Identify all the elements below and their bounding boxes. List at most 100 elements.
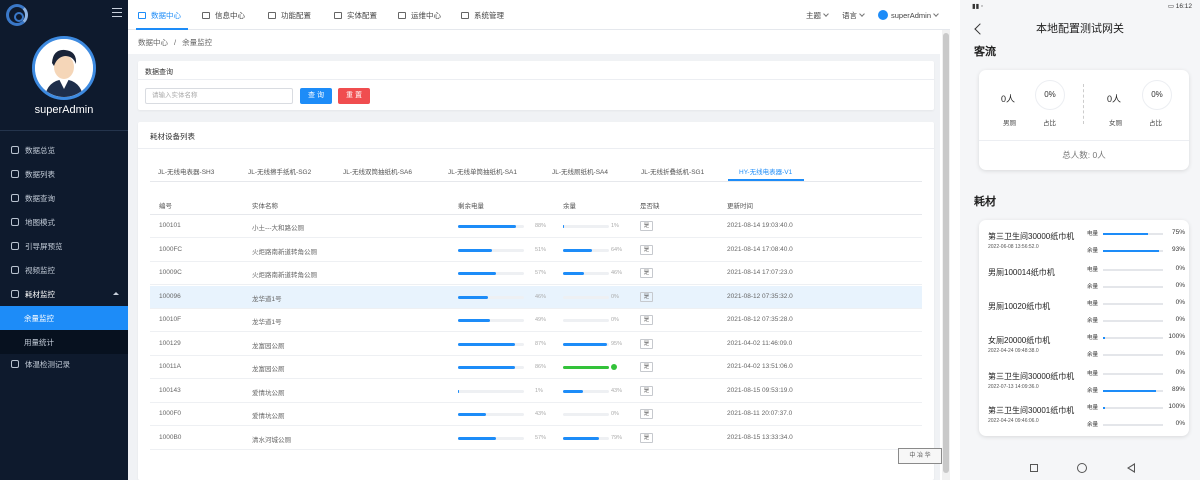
remain-fill: [1103, 250, 1159, 252]
battery-bar: [458, 272, 524, 275]
nav-item-overview[interactable]: 数据总览: [0, 138, 128, 162]
cell-name: 小土---大和路公厕: [252, 225, 304, 232]
table-row[interactable]: 1000B0 清水河城公厕 57% 79% 是 2021-08-15 13:33:34.0: [150, 427, 922, 450]
nav-item-usage[interactable]: 用量统计: [0, 330, 128, 354]
avatar[interactable]: [32, 36, 96, 100]
tab-ops-center[interactable]: 运维中心: [398, 0, 441, 30]
device-tab[interactable]: JL-无线折叠纸机-SG1: [641, 166, 704, 176]
scrollbar-thumb[interactable]: [943, 33, 949, 473]
cell-time: 2021-08-14 19:03:40.0: [727, 222, 793, 229]
device-tab[interactable]: JL-无线电表器-SH3: [158, 166, 214, 176]
device-tab[interactable]: JL-无线单筒抽纸机-SA1: [448, 166, 517, 176]
missing-tag: 是: [640, 362, 653, 372]
device-tab[interactable]: JL-无线双筒抽纸机-SA6: [343, 166, 412, 176]
device-tab[interactable]: JL-无线擦手纸机-SG2: [248, 166, 311, 176]
nav-item-video[interactable]: 视频监控: [0, 258, 128, 282]
device-tab-active[interactable]: HY-无线电表器-V1: [739, 166, 792, 176]
entity-search-input[interactable]: 请输入实体名称: [145, 88, 293, 104]
list-title: 耗材设备列表: [150, 132, 195, 141]
battery-fill: [458, 342, 516, 346]
missing-tag: 是: [640, 385, 653, 396]
battery-bar: [1103, 269, 1163, 271]
table-row[interactable]: 1000F0 爱情坑公厕 43% 0% 是 2021-08-11 20:07:37.0: [150, 403, 922, 426]
language-dropdown[interactable]: 语言: [842, 0, 865, 30]
nav-item-data-query[interactable]: 数据查询: [0, 186, 128, 210]
remain-bar: [1103, 424, 1163, 426]
remain-bar: [563, 366, 609, 369]
table-row[interactable]: 100101 小土---大和路公厕 88% 1% 是 2021-08-14 19:03:4…: [150, 215, 922, 238]
remain-percent: 0%: [1175, 420, 1185, 427]
column-header: 实体名称: [252, 203, 278, 210]
supply-date: 2022-04-24 09:48:38.0: [988, 348, 1039, 354]
user-avatar-icon: [878, 10, 888, 20]
breadcrumb-current: 余量监控: [182, 37, 213, 47]
nav-item-map[interactable]: 地图模式: [0, 210, 128, 234]
cell-name: 龙富园公厕: [252, 366, 285, 373]
battery-label: 电量: [1087, 231, 1099, 237]
nav-item-guide-screen[interactable]: 引导屏预览: [0, 234, 128, 258]
remain-label: 余量: [1087, 422, 1099, 428]
supply-name: 男厕100014纸巾机: [988, 268, 1055, 277]
remain-bar: [563, 225, 609, 228]
cell-name: 龙华道1号: [252, 319, 282, 326]
tab-data-center[interactable]: 数据中心: [138, 0, 181, 30]
battery-percent: 86%: [535, 364, 547, 370]
tab-label: 信息中心: [215, 10, 245, 20]
back-icon[interactable]: [1127, 463, 1135, 473]
remain-bar: [563, 342, 609, 346]
device-tab[interactable]: JL-无线厕纸机-SA4: [552, 166, 608, 176]
user-portrait-icon: [35, 39, 93, 97]
search-button[interactable]: 查 询: [300, 88, 332, 104]
cell-id: 100096: [159, 292, 181, 300]
nav-item-supplies[interactable]: 耗材监控: [0, 282, 128, 306]
theme-dropdown[interactable]: 主题: [806, 0, 829, 30]
recent-apps-icon[interactable]: [1030, 464, 1038, 472]
nav-label: 体温检测记录: [25, 359, 70, 369]
nav-item-temperature[interactable]: 体温检测记录: [0, 352, 128, 376]
table-row[interactable]: 100129 龙富园公厕 87% 95% 是 2021-04-02 11:46:09.0: [150, 333, 922, 356]
cell-time: 2021-08-11 20:07:37.0: [727, 410, 793, 417]
supply-date: 2022-06-08 13:56:52.0: [988, 244, 1039, 250]
chevron-down-icon: [823, 11, 829, 17]
battery-percent: 0%: [1175, 369, 1185, 376]
table-row[interactable]: 1000FC 火炬路南新道转角公厕 51% 64% 是 2021-08-14 17:08:…: [150, 239, 922, 262]
battery-bar: [458, 295, 524, 299]
reset-button[interactable]: 重 置: [338, 88, 370, 104]
tab-function-config[interactable]: 功能配置: [268, 0, 311, 30]
male-label: 男厕: [1003, 120, 1016, 127]
cell-id: 1000FC: [159, 245, 183, 253]
divider: [138, 148, 934, 149]
cell-time: 2021-08-15 13:33:34.0: [727, 433, 793, 441]
remain-percent: 0%: [1175, 282, 1185, 289]
battery-percent: 100%: [1168, 403, 1185, 410]
column-header: 剩余电量: [458, 203, 484, 210]
battery-percent: 46%: [535, 293, 547, 300]
tab-entity-config[interactable]: 实体配置: [334, 0, 377, 30]
table-row[interactable]: 10009C 火炬路南新道转角公厕 57% 46% 是 2021-08-14 17:07:…: [150, 262, 922, 285]
table-row[interactable]: 10010F 龙华道1号 49% 0% 是 2021-08-12 07:35:28.0: [150, 309, 922, 332]
nav-item-remaining[interactable]: 余量监控: [0, 306, 128, 330]
remain-percent: 0%: [611, 411, 619, 417]
tab-label: 功能配置: [281, 10, 311, 20]
table-row[interactable]: 100143 爱情坑公厕 1% 43% 是 2021-08-15 09:53:19.0: [150, 380, 922, 403]
remain-percent: 0%: [1175, 316, 1185, 323]
battery-percent: 57%: [535, 270, 547, 276]
breadcrumb-root[interactable]: 数据中心: [138, 37, 168, 48]
menu-toggle-icon[interactable]: [112, 8, 122, 17]
battery-fill: [458, 366, 515, 369]
nav-item-data-list[interactable]: 数据列表: [0, 162, 128, 186]
cell-time: 2021-08-14 17:07:23.0: [727, 269, 793, 276]
tab-info-center[interactable]: 信息中心: [202, 0, 245, 30]
remain-percent: 0%: [611, 293, 619, 300]
remain-label: 余量: [1087, 388, 1099, 394]
table-row[interactable]: 10011A 龙富园公厕 86% 是 2021-04-02 13:51:06.0: [150, 356, 922, 379]
user-label: superAdmin: [891, 10, 932, 20]
tab-system[interactable]: 系统管理: [461, 0, 504, 30]
user-dropdown[interactable]: superAdmin: [878, 0, 939, 30]
home-icon[interactable]: [1077, 463, 1087, 473]
list-icon: [11, 170, 19, 178]
complete-check-icon: [611, 364, 617, 370]
page-title: 本地配置测试网关: [1036, 23, 1124, 35]
table-row[interactable]: 100096 龙华道1号 46% 0% 是 2021-08-12 07:35:32.0: [150, 285, 922, 309]
cell-name: 清水河城公厕: [252, 436, 291, 444]
